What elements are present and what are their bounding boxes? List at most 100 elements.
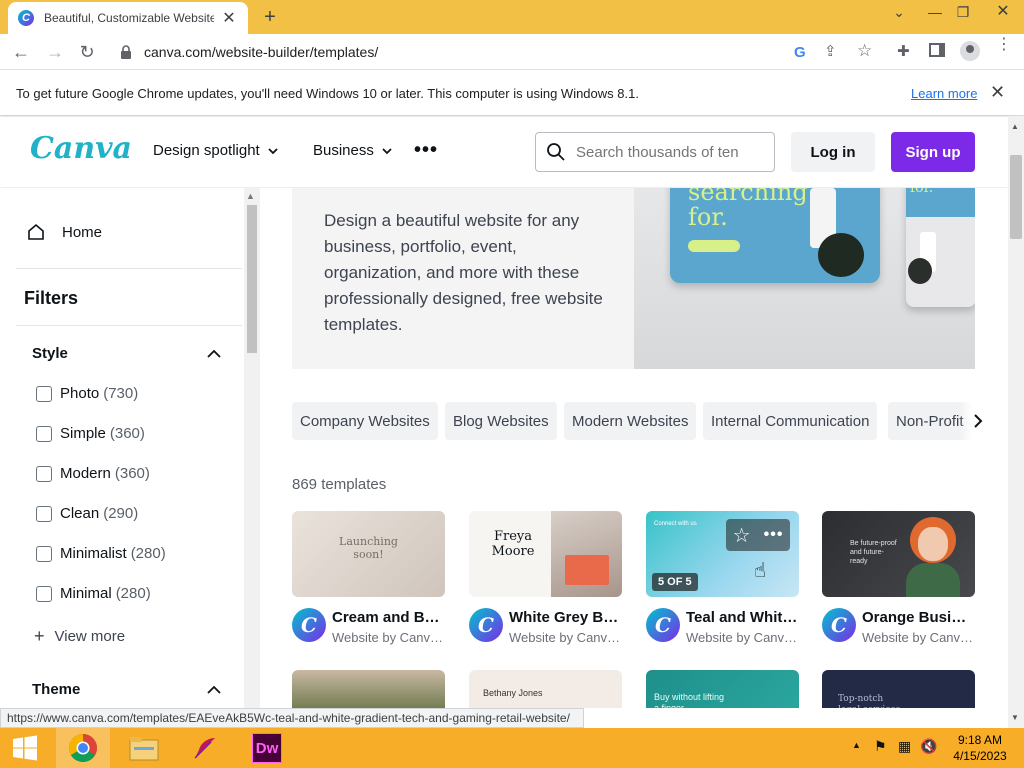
tab-close-icon[interactable]: ✕ bbox=[220, 8, 238, 28]
back-arrow-icon[interactable]: ← bbox=[10, 42, 32, 62]
divider bbox=[16, 325, 242, 326]
sidebar-scrollbar-thumb[interactable] bbox=[247, 205, 257, 353]
template-search-field[interactable] bbox=[535, 132, 775, 172]
style-option-minimalist[interactable]: Minimalist (280) bbox=[36, 545, 166, 562]
checkbox[interactable] bbox=[36, 585, 52, 602]
start-button[interactable] bbox=[0, 728, 50, 768]
chip-modern-websites[interactable]: Modern Websites bbox=[564, 402, 697, 440]
reload-icon[interactable]: ↻ bbox=[76, 42, 98, 62]
window-close-button[interactable]: ✕ bbox=[988, 0, 1018, 24]
canva-logo[interactable]: Canva bbox=[30, 131, 132, 166]
template-thumbnail[interactable]: Launching soon! bbox=[292, 511, 445, 597]
thumb-shirt bbox=[906, 563, 960, 597]
style-option-modern[interactable]: Modern (360) bbox=[36, 465, 150, 482]
template-thumbnail[interactable]: Be future-proof and future-ready bbox=[822, 511, 975, 597]
thumb-text: Bethany Jones bbox=[483, 688, 543, 698]
star-icon[interactable]: ☆ bbox=[733, 523, 751, 548]
forward-arrow-icon[interactable]: → bbox=[44, 42, 66, 62]
taskbar-chrome[interactable] bbox=[56, 728, 110, 768]
volume-muted-icon[interactable]: 🔇 bbox=[920, 738, 937, 755]
template-thumbnail-hovered[interactable]: Connect with us ☆ ••• 5 OF 5 bbox=[646, 511, 799, 597]
hero-mockup-button bbox=[688, 240, 740, 252]
chevron-right-icon bbox=[974, 414, 983, 428]
lock-icon bbox=[121, 45, 131, 59]
infobar-close-icon[interactable]: ✕ bbox=[990, 82, 1005, 103]
scroll-up-arrow-icon[interactable]: ▲ bbox=[1011, 122, 1019, 131]
checkbox[interactable] bbox=[36, 465, 52, 482]
view-more-button[interactable]: + View more bbox=[34, 626, 125, 647]
learn-more-link[interactable]: Learn more bbox=[911, 86, 977, 101]
card-hover-actions: ☆ ••• bbox=[726, 519, 790, 551]
nav-business[interactable]: Business bbox=[313, 142, 394, 159]
minimize-button[interactable]: — bbox=[920, 0, 950, 24]
thumb-text: Connect with us bbox=[654, 521, 697, 527]
page-scrollbar-thumb[interactable] bbox=[1010, 155, 1022, 239]
checkbox[interactable] bbox=[36, 545, 52, 562]
option-count: (280) bbox=[115, 585, 151, 602]
checkbox[interactable] bbox=[36, 425, 52, 442]
style-option-simple[interactable]: Simple (360) bbox=[36, 425, 145, 442]
new-tab-button[interactable]: + bbox=[258, 6, 282, 28]
scroll-up-arrow-icon[interactable]: ▲ bbox=[246, 191, 255, 201]
style-option-minimal[interactable]: Minimal (280) bbox=[36, 585, 151, 602]
update-infobar: To get future Google Chrome updates, you… bbox=[0, 70, 1024, 116]
share-icon[interactable]: ⇪ bbox=[824, 42, 837, 60]
google-translate-icon[interactable]: G bbox=[794, 44, 806, 61]
template-thumbnail[interactable] bbox=[292, 670, 445, 708]
chrome-menu-icon[interactable]: ⋮ bbox=[996, 37, 1012, 53]
option-count: (730) bbox=[103, 385, 139, 402]
template-title[interactable]: White Grey Bla… bbox=[509, 609, 621, 626]
login-button[interactable]: Log in bbox=[791, 132, 875, 172]
style-option-clean[interactable]: Clean (290) bbox=[36, 505, 138, 522]
scroll-down-arrow-icon[interactable]: ▼ bbox=[1011, 713, 1019, 722]
template-title[interactable]: Orange Busine… bbox=[862, 609, 974, 626]
search-icon bbox=[547, 143, 565, 161]
chevron-up-icon[interactable] bbox=[206, 346, 222, 362]
chips-next-button[interactable] bbox=[960, 402, 984, 440]
more-icon[interactable]: ••• bbox=[764, 526, 784, 544]
template-title[interactable]: Teal and White… bbox=[686, 609, 798, 626]
profile-avatar-icon[interactable] bbox=[960, 41, 980, 61]
style-option-photo[interactable]: Photo (730) bbox=[36, 385, 138, 402]
chip-company-websites[interactable]: Company Websites bbox=[292, 402, 438, 440]
search-input[interactable] bbox=[576, 143, 746, 161]
sidebar-item-home[interactable]: Home bbox=[26, 222, 102, 242]
filter-sidebar: Home Filters Style Photo (730) Simple (360… bbox=[0, 188, 244, 708]
address-bar[interactable]: canva.com/website-builder/templates/ bbox=[110, 40, 886, 64]
url-text: canva.com/website-builder/templates/ bbox=[144, 44, 379, 60]
restore-button[interactable]: ❐ bbox=[948, 0, 978, 24]
show-hidden-icons-arrow-icon[interactable]: ▲ bbox=[852, 740, 861, 750]
tab-search-chevron-icon[interactable]: ⌄ bbox=[884, 0, 914, 24]
more-options-icon[interactable]: ••• bbox=[414, 139, 438, 162]
clock-date: 4/15/2023 bbox=[953, 749, 1007, 763]
chevron-up-icon[interactable] bbox=[206, 682, 222, 698]
taskbar-dreamweaver[interactable]: Dw bbox=[240, 728, 294, 768]
hand-cursor-icon: ☝ bbox=[754, 560, 767, 582]
template-thumbnail[interactable]: Top-notch legal services bbox=[822, 670, 975, 708]
plus-icon: + bbox=[34, 626, 45, 646]
side-panel-icon[interactable] bbox=[929, 43, 945, 57]
checkbox[interactable] bbox=[36, 505, 52, 522]
nav-design-spotlight[interactable]: Design spotlight bbox=[153, 142, 280, 159]
extensions-puzzle-icon[interactable]: ✚ bbox=[897, 42, 910, 60]
action-center-flag-icon[interactable]: ⚑ bbox=[874, 738, 887, 755]
taskbar-feather-app[interactable] bbox=[178, 728, 232, 768]
checkbox[interactable] bbox=[36, 385, 52, 402]
browser-tab[interactable]: C Beautiful, Customizable Website ✕ bbox=[8, 2, 248, 34]
canva-avatar-icon: C bbox=[292, 608, 326, 642]
filters-heading: Filters bbox=[24, 288, 79, 308]
canva-header: Canva Design spotlight Business ••• Log … bbox=[0, 117, 1008, 187]
template-thumbnail[interactable]: Bethany Jones bbox=[469, 670, 622, 708]
theme-section-title[interactable]: Theme bbox=[32, 681, 80, 698]
signup-button[interactable]: Sign up bbox=[891, 132, 975, 172]
network-icon[interactable]: ▦ bbox=[898, 738, 911, 755]
template-thumbnail[interactable]: Buy without lifting a finger. bbox=[646, 670, 799, 708]
bookmark-star-icon[interactable]: ☆ bbox=[857, 41, 872, 61]
template-title[interactable]: Cream and Bro… bbox=[332, 609, 444, 626]
style-section-title[interactable]: Style bbox=[32, 345, 68, 362]
taskbar-file-explorer[interactable] bbox=[118, 728, 170, 768]
chip-blog-websites[interactable]: Blog Websites bbox=[445, 402, 557, 440]
template-thumbnail[interactable]: Freya Moore bbox=[469, 511, 622, 597]
chip-internal-communication[interactable]: Internal Communication bbox=[703, 402, 878, 440]
system-clock[interactable]: 9:18 AM 4/15/2023 bbox=[942, 732, 1018, 764]
